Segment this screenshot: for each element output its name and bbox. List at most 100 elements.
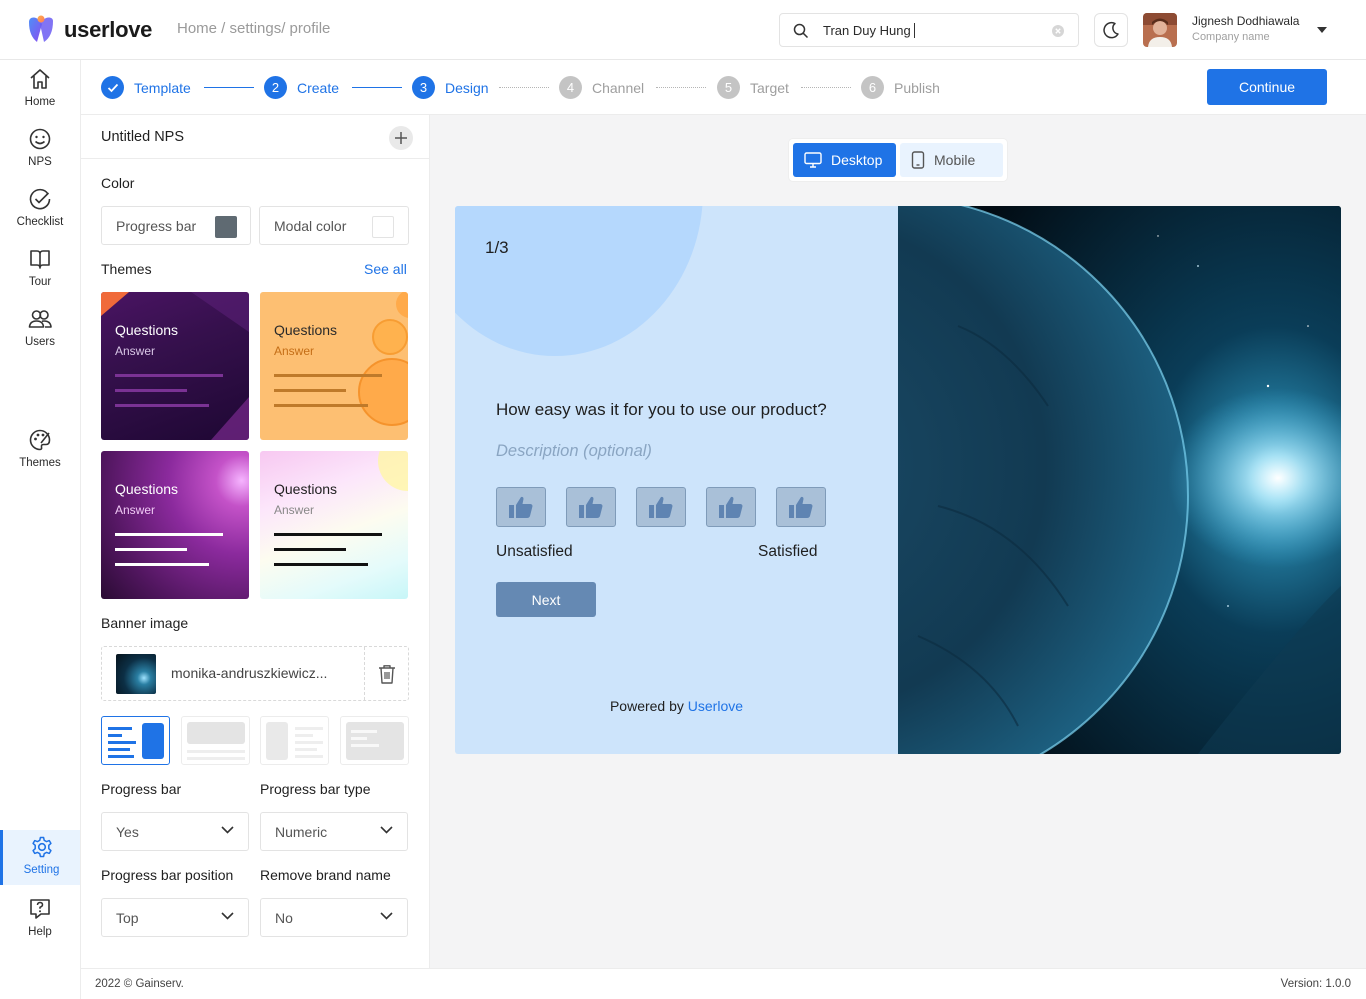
survey-preview: 1/3 How easy was it for you to use our p… bbox=[455, 206, 1341, 754]
step-template[interactable]: Template bbox=[101, 76, 191, 99]
layout-image-left-icon bbox=[266, 722, 323, 760]
step-connector bbox=[656, 87, 706, 88]
layout-banner-top-icon bbox=[187, 722, 245, 760]
powered-by-brand-link[interactable]: Userlove bbox=[688, 698, 743, 714]
progress-bar-select[interactable]: Yes bbox=[101, 812, 249, 851]
nav-item-setting[interactable]: Setting bbox=[0, 830, 80, 885]
nav-item-nps[interactable]: NPS bbox=[0, 122, 80, 178]
home-icon bbox=[30, 69, 50, 89]
layout-full-background-icon bbox=[346, 722, 404, 760]
checklist-icon bbox=[29, 188, 51, 210]
rating-option-3[interactable] bbox=[636, 487, 686, 527]
nav-label-home: Home bbox=[24, 96, 56, 108]
breadcrumb[interactable]: Home / settings/ profile bbox=[177, 20, 330, 37]
decorative-circle bbox=[455, 206, 703, 356]
left-navigation: Home NPS Checklist Tour Users Themes Set… bbox=[0, 60, 81, 999]
theme-line bbox=[115, 404, 209, 407]
footer: 2022 © Gainserv. Version: 1.0.0 bbox=[81, 968, 1366, 999]
step-connector bbox=[352, 87, 402, 88]
nav-label-tour: Tour bbox=[28, 276, 52, 288]
nav-item-help[interactable]: Help bbox=[0, 892, 80, 948]
dark-mode-toggle[interactable] bbox=[1094, 13, 1128, 47]
nav-item-tour[interactable]: Tour bbox=[0, 242, 80, 298]
step-create[interactable]: 2 Create bbox=[264, 76, 339, 99]
version: Version: 1.0.0 bbox=[1280, 978, 1351, 990]
banner-image-upload[interactable]: monika-andruszkiewicz... bbox=[101, 646, 409, 701]
step-label: Design bbox=[445, 79, 489, 96]
layout-option-image-left[interactable] bbox=[260, 716, 329, 765]
banner-thumbnail bbox=[116, 654, 156, 694]
avatar[interactable] bbox=[1143, 13, 1177, 47]
rating-option-5[interactable] bbox=[776, 487, 826, 527]
powered-by-prefix: Powered by bbox=[609, 698, 684, 714]
rating-option-1[interactable] bbox=[496, 487, 546, 527]
brand-logo[interactable]: userlove bbox=[26, 14, 152, 46]
question-text: How easy was it for you to use our produ… bbox=[496, 400, 827, 419]
layout-option-full-bg[interactable] bbox=[340, 716, 409, 765]
theme-card-purple[interactable]: Questions Answer bbox=[101, 292, 249, 440]
banner-image bbox=[898, 206, 1341, 754]
phone-icon bbox=[911, 151, 925, 169]
modal-color-picker[interactable]: Modal color bbox=[259, 206, 409, 245]
theme-question-text: Questions bbox=[274, 481, 338, 497]
monitor-icon bbox=[804, 152, 822, 168]
theme-answer-text: Answer bbox=[115, 344, 156, 358]
nav-item-themes[interactable]: Themes bbox=[0, 423, 80, 479]
nav-item-checklist[interactable]: Checklist bbox=[0, 182, 80, 238]
step-number: 2 bbox=[264, 76, 287, 99]
progress-bar-color-picker[interactable]: Progress bar bbox=[101, 206, 251, 245]
theme-line bbox=[274, 533, 382, 536]
clear-search-icon[interactable] bbox=[1051, 24, 1065, 38]
theme-line bbox=[115, 374, 223, 377]
trash-icon bbox=[379, 664, 395, 684]
theme-card-magenta[interactable]: Questions Answer bbox=[101, 451, 249, 599]
thumbs-up-icon bbox=[719, 496, 743, 518]
thumbs-up-icon bbox=[579, 496, 603, 518]
copyright: 2022 © Gainserv. bbox=[95, 978, 184, 990]
layout-option-banner-top[interactable] bbox=[181, 716, 250, 765]
search-box[interactable]: Tran Duy Hung bbox=[779, 13, 1079, 47]
rating-option-2[interactable] bbox=[566, 487, 616, 527]
nav-label-help: Help bbox=[28, 926, 52, 938]
desktop-view-button[interactable]: Desktop bbox=[793, 143, 896, 177]
step-design[interactable]: 3 Design bbox=[412, 76, 489, 99]
progress-bar-type-select[interactable]: Numeric bbox=[260, 812, 408, 851]
theme-card-pastel[interactable]: Questions Answer bbox=[260, 451, 408, 599]
step-channel[interactable]: 4 Channel bbox=[559, 76, 644, 99]
user-avatar-icon bbox=[1143, 13, 1177, 47]
nav-label-checklist: Checklist bbox=[16, 216, 64, 228]
rating-option-4[interactable] bbox=[706, 487, 756, 527]
panel-header: Untitled NPS bbox=[81, 115, 429, 159]
step-publish[interactable]: 6 Publish bbox=[861, 76, 940, 99]
thumbs-up-icon bbox=[649, 496, 673, 518]
progress-bar-color-swatch[interactable] bbox=[215, 216, 237, 238]
modal-color-label: Modal color bbox=[274, 218, 347, 234]
theme-line bbox=[115, 563, 209, 566]
mobile-view-button[interactable]: Mobile bbox=[900, 143, 1003, 177]
book-icon bbox=[30, 250, 50, 269]
next-button[interactable]: Next bbox=[496, 582, 596, 617]
scale-low-label: Unsatisfied bbox=[496, 543, 573, 560]
theme-card-orange[interactable]: Questions Answer bbox=[260, 292, 408, 440]
add-button[interactable] bbox=[389, 126, 413, 150]
nav-item-home[interactable]: Home bbox=[0, 62, 80, 118]
step-number: 3 bbox=[412, 76, 435, 99]
delete-banner-button[interactable] bbox=[364, 647, 409, 700]
modal-color-swatch[interactable] bbox=[372, 216, 394, 238]
banner-file-name: monika-andruszkiewicz... bbox=[171, 665, 328, 681]
search-input[interactable]: Tran Duy Hung bbox=[823, 23, 915, 38]
step-label: Template bbox=[134, 79, 191, 96]
users-icon bbox=[28, 310, 52, 328]
layout-option-text-image[interactable] bbox=[101, 716, 170, 765]
user-menu-caret-icon[interactable] bbox=[1316, 26, 1328, 34]
progress-bar-position-select[interactable]: Top bbox=[101, 898, 249, 937]
step-target[interactable]: 5 Target bbox=[717, 76, 789, 99]
theme-question-text: Questions bbox=[274, 322, 338, 338]
nav-item-users[interactable]: Users bbox=[0, 302, 80, 358]
survey-name[interactable]: Untitled NPS bbox=[101, 129, 184, 145]
remove-brand-name-select[interactable]: No bbox=[260, 898, 408, 937]
nav-label-setting: Setting bbox=[23, 864, 60, 876]
wizard-steps: Template 2 Create 3 Design 4 Channel 5 T… bbox=[81, 60, 1366, 115]
see-all-themes-link[interactable]: See all bbox=[364, 261, 407, 277]
continue-button[interactable]: Continue bbox=[1207, 69, 1327, 105]
